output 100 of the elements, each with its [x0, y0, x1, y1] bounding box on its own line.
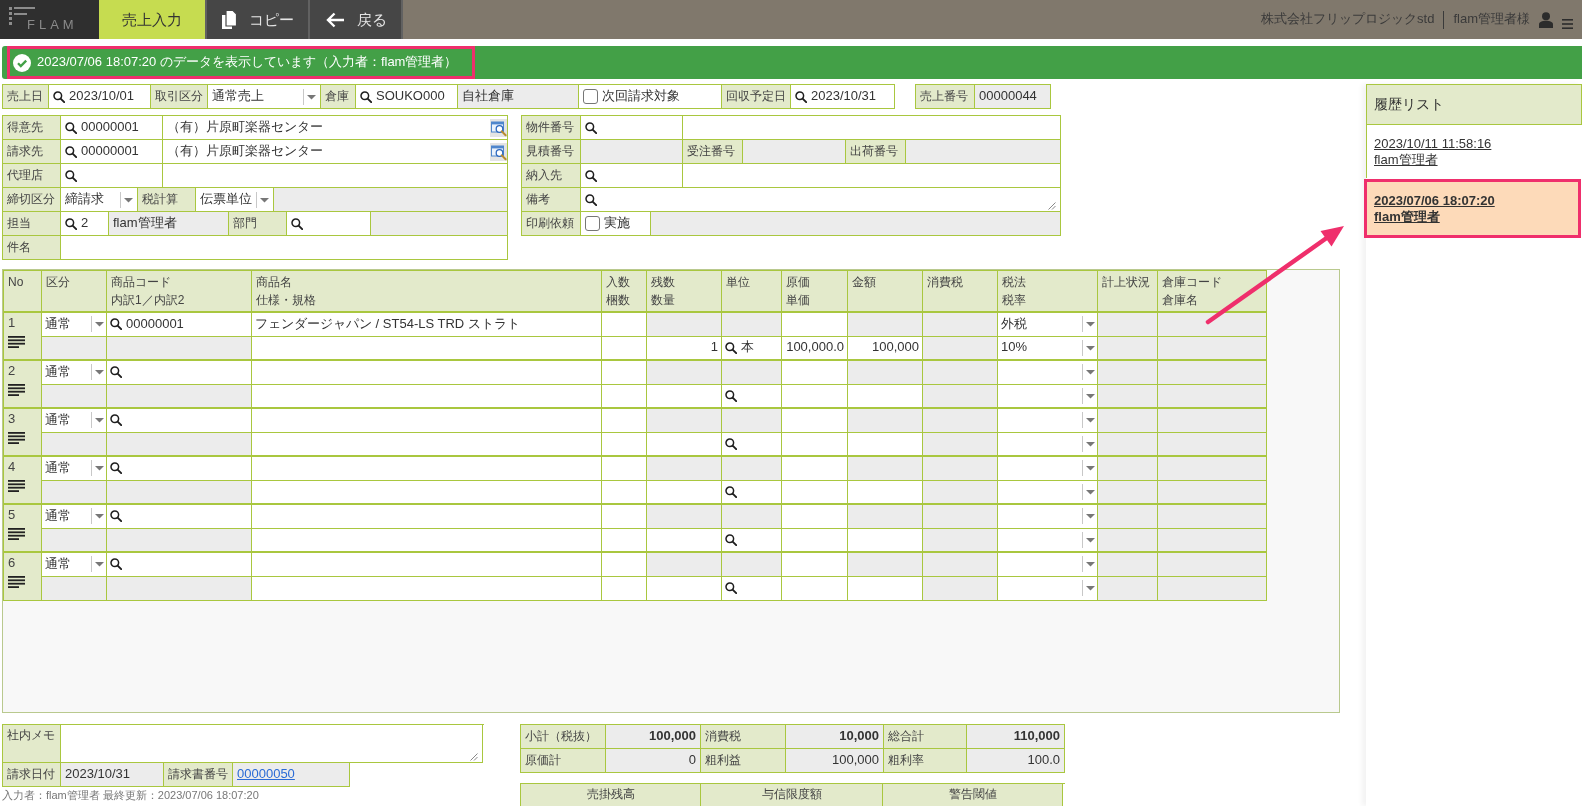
menu-icon[interactable] — [1562, 18, 1573, 29]
checkbox[interactable] — [585, 216, 600, 231]
input-field[interactable] — [251, 456, 602, 480]
input-field[interactable] — [683, 116, 1061, 140]
invoice-number-link[interactable]: 00000050 — [237, 766, 295, 783]
input-field[interactable] — [781, 456, 848, 480]
select-field[interactable]: 通常売上 — [208, 85, 321, 109]
input-field[interactable] — [683, 164, 1061, 188]
search-field[interactable] — [106, 408, 252, 432]
input-field[interactable] — [601, 312, 647, 336]
input-field[interactable] — [251, 480, 602, 504]
input-field[interactable]: （有）片原町楽器センター — [163, 116, 508, 140]
input-field[interactable] — [601, 456, 647, 480]
list-icon[interactable] — [8, 383, 25, 396]
select-field[interactable] — [997, 552, 1098, 576]
search-field[interactable]: 2023/10/31 — [791, 85, 895, 109]
input-field[interactable] — [781, 312, 848, 336]
nav-tab[interactable]: コピー — [207, 0, 310, 39]
field-label: 粗利益 — [701, 749, 786, 773]
input-field[interactable] — [251, 336, 602, 360]
select-field[interactable] — [997, 504, 1098, 528]
select-field[interactable]: 通常 — [41, 408, 107, 432]
list-icon[interactable] — [8, 479, 25, 492]
input-field[interactable] — [251, 576, 602, 600]
select-field[interactable] — [997, 576, 1098, 600]
input-field[interactable] — [601, 552, 647, 576]
caret-icon — [1082, 364, 1097, 381]
input-field[interactable] — [251, 504, 602, 528]
input-field[interactable] — [251, 360, 602, 384]
caret-icon — [1082, 387, 1097, 404]
readonly-field — [1097, 360, 1158, 384]
input-field[interactable] — [781, 408, 848, 432]
check-circle-icon — [13, 53, 31, 72]
input-field[interactable] — [251, 528, 602, 552]
search-field[interactable]: 00000001 — [106, 312, 252, 336]
history-time-link[interactable]: 2023/10/11 11:58:16 — [1374, 136, 1492, 152]
resize-handle-icon[interactable] — [470, 753, 478, 761]
history-user-link[interactable]: flam管理者 — [1374, 152, 1438, 168]
input-field[interactable]: フェンダージャパン / ST54-LS TRD ストラト — [251, 312, 602, 336]
search-icon — [725, 533, 737, 546]
list-icon[interactable] — [8, 431, 25, 444]
list-icon[interactable] — [8, 335, 25, 348]
select-field[interactable] — [997, 360, 1098, 384]
search-field[interactable] — [581, 164, 683, 188]
search-field[interactable]: 2023/10/01 — [49, 85, 151, 109]
checkbox[interactable] — [583, 89, 598, 104]
search-field[interactable]: 00000001 — [61, 140, 163, 164]
select-field[interactable]: 通常 — [41, 360, 107, 384]
user-icon[interactable] — [1539, 11, 1553, 28]
search-field[interactable] — [106, 552, 252, 576]
select-field[interactable] — [997, 408, 1098, 432]
nav-tab[interactable]: 戻る — [310, 0, 403, 39]
nav-tab[interactable]: 売上入力 — [99, 0, 207, 39]
history-time-link[interactable]: 2023/07/06 18:07:20 — [1374, 193, 1495, 209]
select-field[interactable] — [997, 528, 1098, 552]
select-field[interactable]: 通常 — [41, 504, 107, 528]
list-icon[interactable] — [8, 575, 25, 588]
input-field[interactable] — [781, 360, 848, 384]
resize-handle-icon[interactable] — [1048, 202, 1056, 210]
row-number: 2 — [8, 363, 17, 380]
input-field[interactable] — [251, 384, 602, 408]
select-field[interactable]: 通常 — [41, 456, 107, 480]
input-field[interactable] — [601, 360, 647, 384]
input-field[interactable] — [163, 164, 508, 188]
search-field[interactable] — [106, 360, 252, 384]
select-field[interactable]: 通常 — [41, 312, 107, 336]
select-field[interactable] — [997, 384, 1098, 408]
history-user-link[interactable]: flam管理者 — [1374, 209, 1440, 225]
input-field[interactable] — [781, 552, 848, 576]
textarea-field[interactable] — [61, 725, 483, 763]
select-field[interactable]: 通常 — [41, 552, 107, 576]
history-item[interactable]: 2023/10/11 11:58:16 flam管理者 — [1366, 125, 1582, 178]
select-field[interactable]: 伝票単位 — [196, 188, 274, 212]
search-field[interactable] — [61, 164, 163, 188]
select-field[interactable] — [997, 432, 1098, 456]
search-field[interactable]: SOUKO000 — [356, 85, 458, 109]
select-field[interactable] — [997, 480, 1098, 504]
list-icon[interactable] — [8, 527, 25, 540]
select-field[interactable]: 10% — [997, 336, 1098, 360]
select-field[interactable] — [997, 456, 1098, 480]
input-field[interactable] — [601, 408, 647, 432]
search-field[interactable] — [106, 456, 252, 480]
search-window-icon[interactable] — [490, 142, 507, 161]
history-item[interactable]: 2023/07/06 18:07:20 flam管理者 — [1367, 182, 1578, 235]
input-field[interactable] — [251, 432, 602, 456]
input-field[interactable] — [251, 408, 602, 432]
input-field[interactable]: （有）片原町楽器センター — [163, 140, 508, 164]
input-field[interactable] — [601, 504, 647, 528]
search-window-icon[interactable] — [490, 118, 507, 137]
input-field[interactable] — [251, 552, 602, 576]
textarea-field[interactable] — [581, 188, 1061, 212]
input-field[interactable] — [781, 504, 848, 528]
input-field[interactable] — [61, 236, 508, 260]
search-field[interactable] — [581, 116, 683, 140]
select-field[interactable]: 外税 — [997, 312, 1098, 336]
search-field[interactable] — [106, 504, 252, 528]
search-field[interactable] — [287, 212, 371, 236]
search-field[interactable]: 2 — [61, 212, 109, 236]
search-field[interactable]: 00000001 — [61, 116, 163, 140]
select-field[interactable]: 締請求 — [61, 188, 138, 212]
